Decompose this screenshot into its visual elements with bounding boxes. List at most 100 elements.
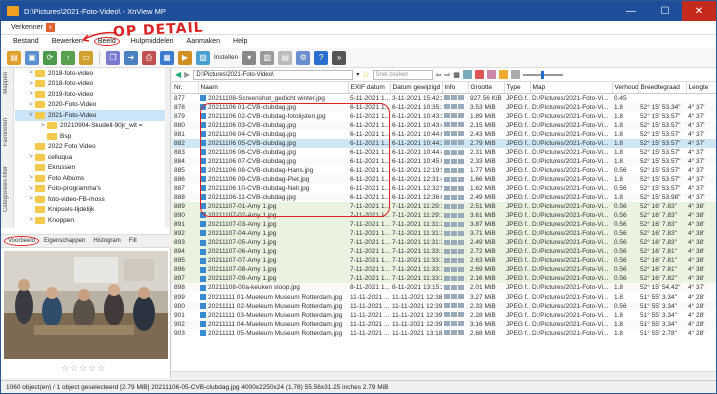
browse-icon[interactable]: ▤: [7, 50, 21, 65]
menu-help[interactable]: Help: [231, 38, 249, 45]
tab-verkenner[interactable]: Verkenner x: [11, 23, 55, 32]
column-header[interactable]: Naam: [198, 82, 349, 94]
chevron-icon[interactable]: >: [27, 217, 35, 223]
chevron-icon[interactable]: >: [27, 186, 35, 192]
dropdown-icon[interactable]: ▾: [356, 71, 359, 78]
tab-histogram[interactable]: Histogram: [90, 237, 123, 245]
filter-icon[interactable]: ▾: [242, 50, 257, 65]
tree-item[interactable]: Bsp: [15, 131, 171, 142]
chevron-icon[interactable]: >: [27, 91, 35, 97]
table-row[interactable]: 885 20211106 08-CVB-clubdag-Hans.jpg 6-11-…: [172, 166, 716, 175]
table-row[interactable]: 891 20211107-03-Amy 1.jpg 7-11-2021 1... 7-…: [172, 220, 716, 230]
tree-item[interactable]: >2018-foto-video: [15, 68, 171, 79]
table-row[interactable]: 887 20211106 10-CVB-clubdag-Nell.jpg 6-11-…: [172, 184, 716, 193]
back-icon[interactable]: ◀: [175, 70, 181, 79]
label-icon[interactable]: [486, 70, 496, 79]
close-button[interactable]: ✕: [682, 1, 716, 21]
thumbnail-size-slider[interactable]: [522, 70, 563, 79]
chevron-icon[interactable]: >: [27, 154, 35, 160]
table-row[interactable]: 877 20211108-Screenshot_gedicht winter.jp…: [172, 93, 716, 103]
table-row[interactable]: 882 20211106 05-CVB-clubdag.jpg 6-11-2021 …: [172, 138, 716, 148]
column-header[interactable]: Verhouding: [612, 82, 639, 94]
table-row[interactable]: 901 20211111 03-Mueleum Museum Rotterdam.…: [172, 311, 716, 320]
table-row[interactable]: 879 20211106 02-CVB-clubdag-fotolijsten.j…: [172, 112, 716, 121]
table-row[interactable]: 886 20211106 09-CVB-clubdag-Piet.jpg 6-11-…: [172, 174, 716, 184]
table-row[interactable]: 897 20211107-09-Amy 1.jpg 7-11-2021 1... 7-…: [172, 274, 716, 284]
side-tab-mappen[interactable]: Mappen: [3, 72, 9, 94]
table-row[interactable]: 903 20211111 05-Mueleum Museum Rotterdam.…: [172, 329, 716, 338]
save-icon[interactable]: ▦: [160, 50, 174, 65]
thumbnails-icon[interactable]: ▤: [278, 50, 293, 65]
tree-item[interactable]: >2020-Foto-Video: [15, 100, 171, 111]
table-row[interactable]: 880 20211106 03-CVB-clubdag.jpg 6-11-2021 …: [172, 120, 716, 130]
tree-item[interactable]: Ekrussen: [15, 163, 171, 174]
chevron-icon[interactable]: >: [27, 196, 35, 202]
tree-item[interactable]: 2022 Foto Video: [15, 142, 171, 153]
tab-close-icon[interactable]: x: [45, 23, 55, 32]
chevron-icon[interactable]: >: [27, 175, 35, 181]
minimize-button[interactable]: —: [614, 1, 648, 21]
tree-item[interactable]: > celluqua: [15, 152, 171, 163]
tree-item[interactable]: >2018-foto-video: [15, 79, 171, 90]
maximize-button[interactable]: ☐: [648, 1, 682, 21]
tree-item[interactable]: > foto-video-FB-moss: [15, 194, 171, 205]
table-row[interactable]: 892 20211107-04-Amy 1.jpg 7-11-2021 1... 7-…: [172, 229, 716, 239]
chevron-icon[interactable]: >: [39, 123, 47, 129]
favorite-star-icon[interactable]: ☆: [362, 70, 369, 79]
column-header[interactable]: Info: [442, 82, 469, 94]
sort-icon[interactable]: ▦: [453, 71, 460, 79]
chevron-icon[interactable]: >: [27, 102, 35, 108]
tree-item[interactable]: Knipsels-tijdelijk: [15, 205, 171, 216]
column-header[interactable]: Type: [504, 82, 531, 94]
table-row[interactable]: 893 20211107-05-Amy 1.jpg 7-11-2021 1... 7-…: [172, 238, 716, 248]
tree-item[interactable]: > Foto Albums: [15, 173, 171, 184]
up-icon[interactable]: ↑: [61, 50, 75, 65]
table-row[interactable]: 884 20211106 07-CVB-clubdag.jpg 6-11-2021 …: [172, 156, 716, 166]
table-row[interactable]: 894 20211107-06-Amy 1.jpg 7-11-2021 1... 7-…: [172, 247, 716, 257]
copy-icon[interactable]: ❐: [106, 50, 120, 65]
table-row[interactable]: 889 20211107-01-Amy 1.jpg 7-11-2021 1... 7-…: [172, 202, 716, 212]
nav-left-icon[interactable]: ⇦: [436, 71, 442, 79]
chevron-icon[interactable]: v: [27, 112, 35, 118]
help-icon[interactable]: ?: [314, 50, 329, 65]
settings-icon[interactable]: ⚙: [296, 50, 311, 65]
tag-icon[interactable]: [474, 70, 484, 79]
horizontal-scrollbar[interactable]: [172, 371, 716, 378]
tab-filter[interactable]: Filt: [126, 237, 140, 245]
layout-icon[interactable]: ▥: [260, 50, 275, 65]
rating-stars[interactable]: ☆☆☆☆☆: [61, 363, 106, 374]
table-row[interactable]: 898 20211108-00a-keuken sloop.jpg 8-11-202…: [172, 283, 716, 293]
table-row[interactable]: 883 20211106 06-CVB-clubdag.jpg 6-11-2021 …: [172, 148, 716, 157]
refresh-icon[interactable]: ⟳: [43, 50, 57, 65]
nav-right-icon[interactable]: ⇨: [444, 71, 450, 79]
table-row[interactable]: 888 20211106-11-CVB-clubdag.jpg 6-11-2021 …: [172, 192, 716, 203]
table-row[interactable]: 902 20211111 04-Mueleum Museum Rotterdam.…: [172, 319, 716, 329]
side-tab-categorieen[interactable]: Categorieën-filter: [3, 166, 9, 212]
column-header[interactable]: Map: [530, 82, 613, 94]
tree-scrollbar[interactable]: [165, 68, 170, 228]
table-row[interactable]: 895 20211107-07-Amy 1.jpg 7-11-2021 1... 7-…: [172, 256, 716, 266]
column-header[interactable]: Breedtegraad: [638, 82, 687, 94]
quick-search-input[interactable]: Snel zoeken: [372, 69, 433, 80]
table-row[interactable]: 890 20211107-02-Amy 1.jpg 7-11-2021 1... 7-…: [172, 211, 716, 221]
tab-eigenschappen[interactable]: Eigenschappen: [41, 237, 88, 245]
table-row[interactable]: 881 20211106 04-CVB-clubdag.jpg 6-11-2021 …: [172, 130, 716, 139]
tree-item[interactable]: >20210904-Skudell-90jr_wit =: [15, 121, 171, 132]
table-row[interactable]: 899 20211111 01-Mueleum Museum Rotterdam.…: [172, 292, 716, 301]
tree-item[interactable]: > Knoppen: [15, 215, 171, 226]
filter-rating-icon[interactable]: [462, 70, 472, 79]
tree-item[interactable]: >2019-foto-video: [15, 89, 171, 100]
tree-item[interactable]: > Foto-programma's: [15, 184, 171, 195]
filter-icon[interactable]: [498, 70, 508, 79]
print-icon[interactable]: ⎙: [142, 50, 156, 65]
view-icon[interactable]: ▣: [25, 50, 39, 65]
chevron-icon[interactable]: >: [27, 81, 35, 87]
table-row[interactable]: 878 20211106 01-CVB-clubdag.jpg 6-11-2021 …: [172, 102, 716, 112]
column-header[interactable]: EXIF datum: [348, 82, 391, 94]
slideshow-icon[interactable]: ▶: [178, 50, 192, 65]
menu-aanmaken[interactable]: Aanmaken: [185, 38, 222, 45]
more-icon[interactable]: »: [332, 50, 347, 65]
column-header[interactable]: Grootte: [468, 82, 505, 94]
menu-bestand[interactable]: Bestand: [11, 38, 41, 45]
tree-item[interactable]: v 2021-Foto-Video: [15, 110, 171, 121]
